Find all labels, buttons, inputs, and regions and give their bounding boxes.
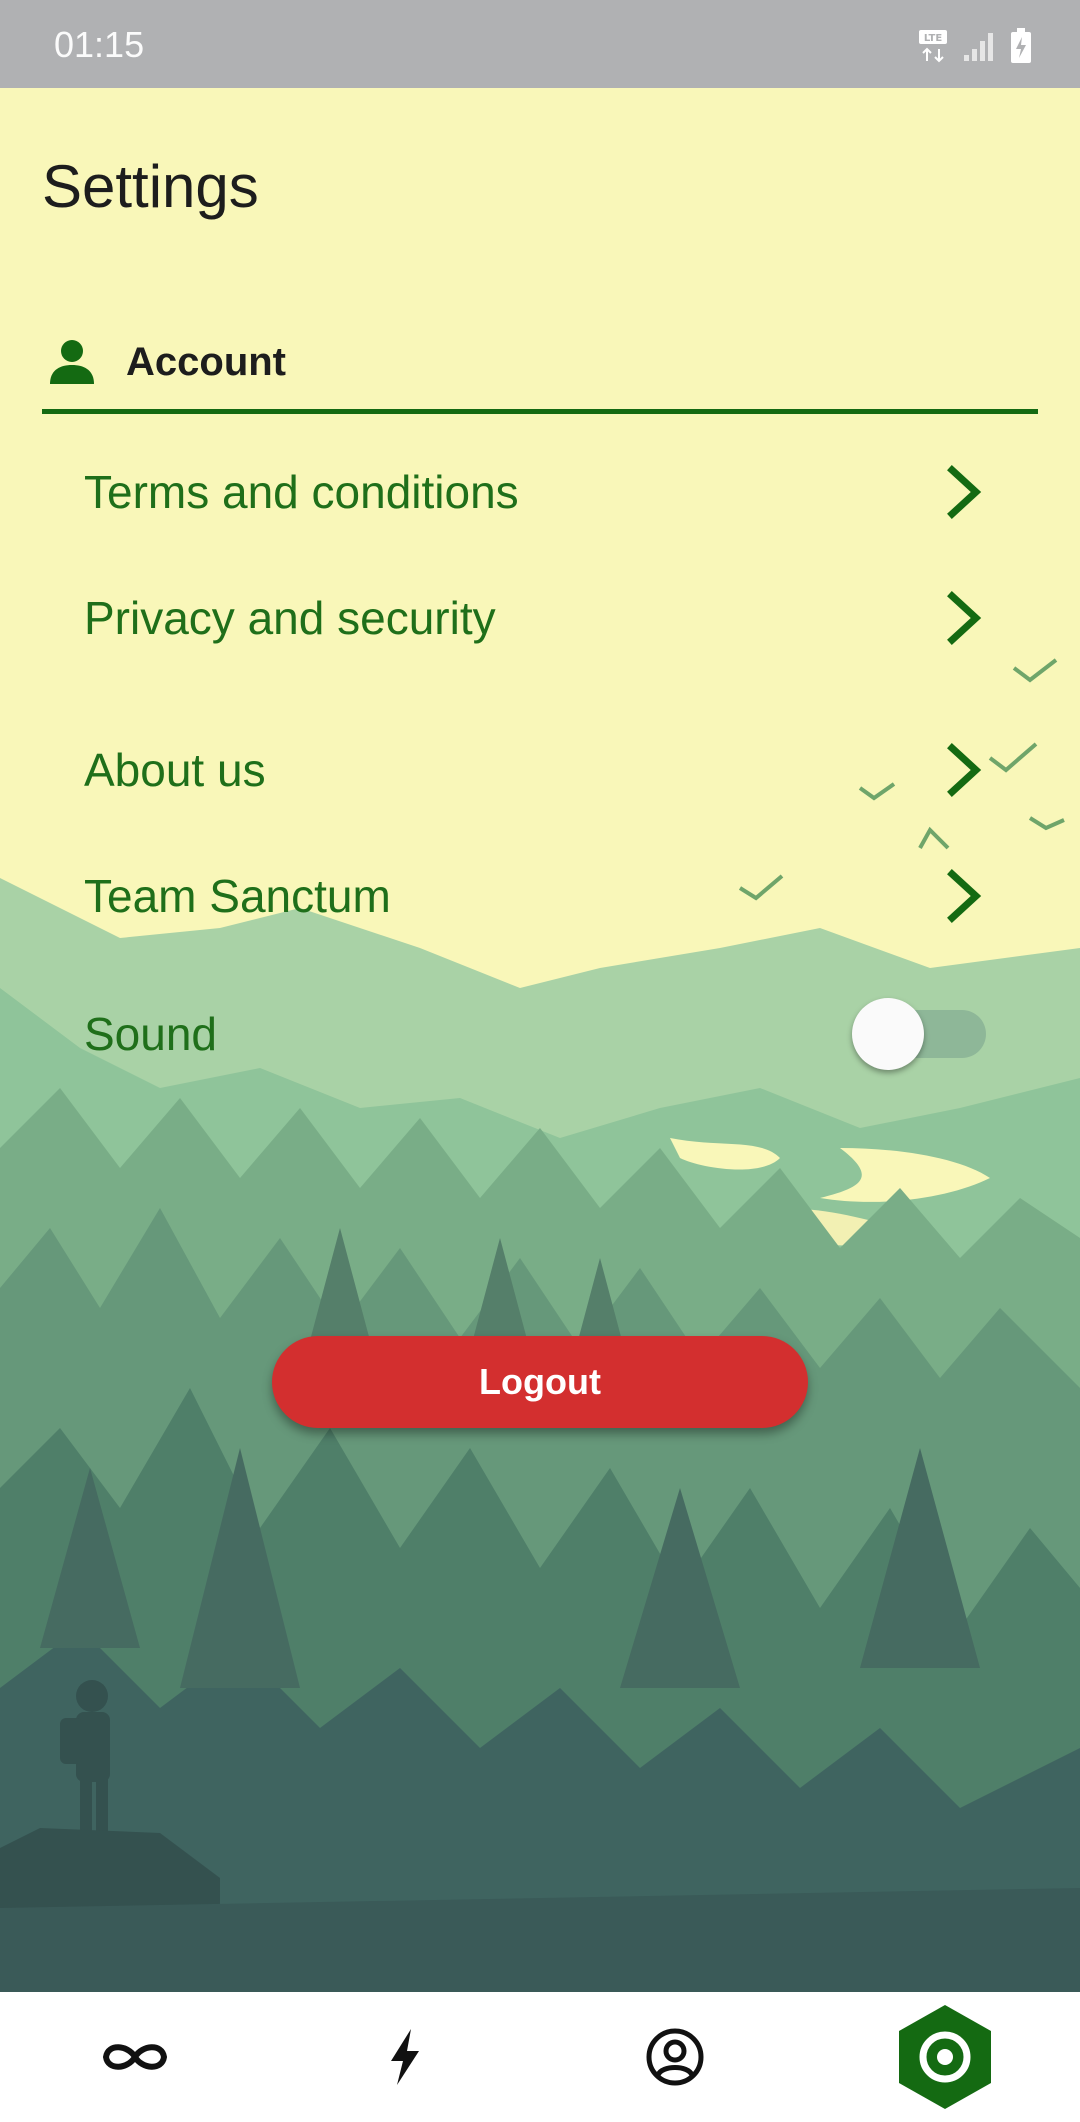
menu-item-label: Terms and conditions	[84, 466, 519, 518]
chevron-right-icon	[947, 465, 982, 519]
sound-toggle[interactable]	[852, 994, 986, 1074]
svg-text:LTE: LTE	[924, 33, 943, 44]
toggle-knob	[852, 998, 924, 1070]
menu-item-label: About us	[84, 744, 266, 796]
menu-item-label: Privacy and security	[84, 592, 496, 644]
settings-target-icon	[899, 2005, 991, 2109]
section-divider	[42, 409, 1038, 414]
status-bar: 01:15 LTE	[0, 0, 1080, 88]
chevron-right-icon	[947, 591, 982, 645]
account-section-header: Account	[42, 330, 1038, 414]
infinity-icon	[102, 2044, 168, 2070]
sound-row: Sound	[84, 984, 844, 1084]
nav-item-infinity[interactable]	[0, 1992, 270, 2122]
nav-item-lightning[interactable]	[270, 1992, 540, 2122]
sound-label: Sound	[84, 1008, 218, 1060]
signal-icon	[964, 33, 993, 61]
page-title: Settings	[42, 153, 259, 220]
bottom-nav	[0, 1992, 1080, 2122]
menu-item-team[interactable]: Team Sanctum	[84, 846, 984, 946]
status-time: 01:15	[54, 24, 145, 65]
logout-button[interactable]: Logout	[272, 1336, 808, 1428]
chevron-right-icon	[947, 743, 982, 797]
menu-item-privacy[interactable]: Privacy and security	[84, 568, 984, 668]
lte-icon: LTE	[919, 30, 947, 63]
account-label: Account	[126, 340, 286, 384]
menu-item-label: Team Sanctum	[84, 870, 391, 922]
menu-item-about[interactable]: About us	[84, 720, 984, 820]
menu-item-terms[interactable]: Terms and conditions	[84, 442, 984, 542]
status-icons: LTE	[918, 26, 1032, 66]
user-circle-icon	[646, 2028, 704, 2086]
lightning-icon	[391, 2029, 419, 2085]
nav-item-profile[interactable]	[540, 1992, 810, 2122]
nav-item-settings[interactable]	[810, 1992, 1080, 2122]
chevron-right-icon	[947, 869, 982, 923]
person-icon	[50, 340, 94, 384]
battery-charging-icon	[1011, 28, 1031, 63]
